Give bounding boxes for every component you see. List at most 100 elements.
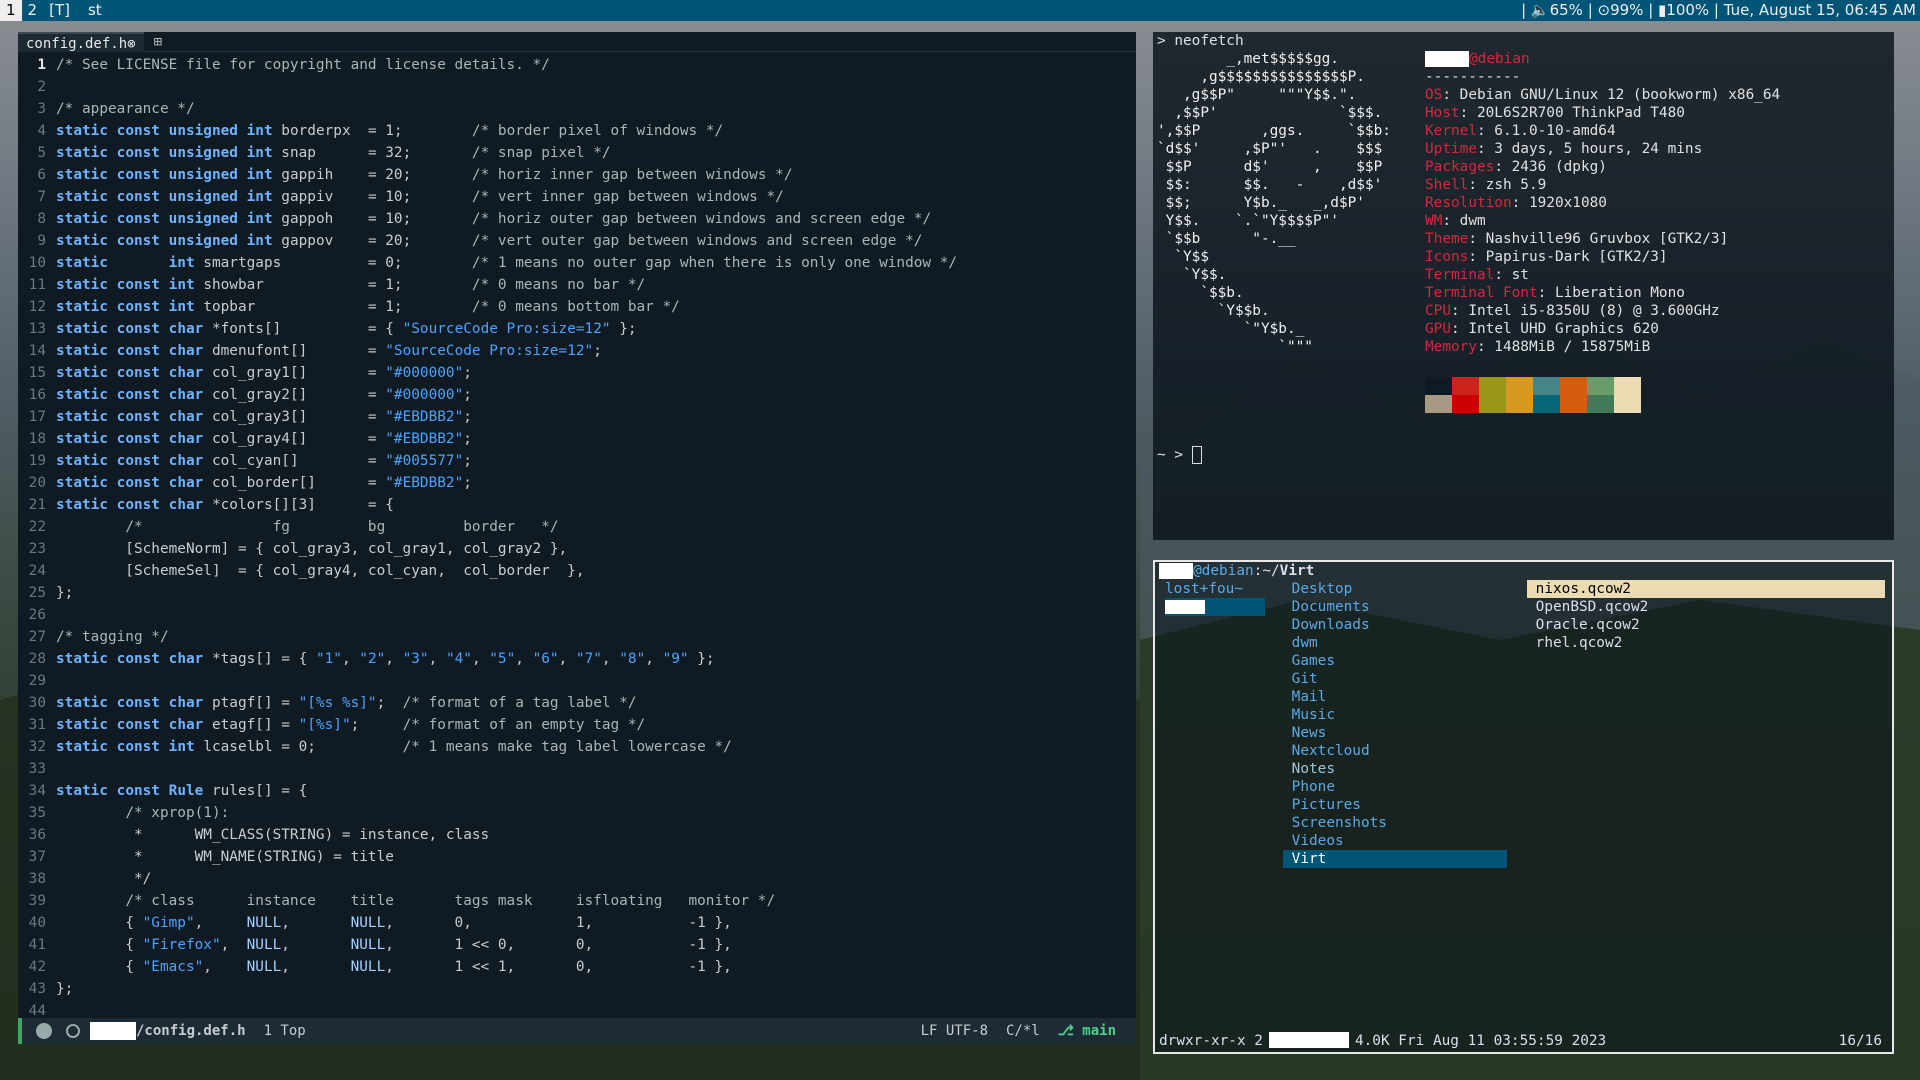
code-line[interactable]: 7 static const unsigned int gappiv = 10; … — [18, 186, 1136, 208]
directory-entry[interactable]: dwm — [1283, 634, 1507, 652]
code-line[interactable]: 43}; — [18, 978, 1136, 1000]
neofetch-terminal[interactable]: > neofetch _,met$$$$$gg. ,g$$$$$$$$$$$$$… — [1153, 32, 1894, 540]
tag-2[interactable]: 2 — [22, 0, 44, 21]
code-line[interactable]: 25}; — [18, 582, 1136, 604]
line-number: 41 — [28, 937, 46, 953]
code-line[interactable]: 32 static const int lcaselbl = 0; /* 1 me… — [18, 736, 1136, 758]
code-line[interactable]: 2 — [18, 76, 1136, 98]
line-number: 1 — [37, 57, 46, 73]
code-line[interactable]: 14 static const char dmenufont[] = "Sourc… — [18, 340, 1136, 362]
code-line[interactable]: 41 { "Firefox", NULL, NULL, 1 << 0, 0, -… — [18, 934, 1136, 956]
directory-column[interactable]: Desktop Documents Downloads dwm Games Gi… — [1283, 580, 1507, 868]
code-line[interactable]: 39 /* class instance title tags mask isf… — [18, 890, 1136, 912]
code-line[interactable]: 38 */ — [18, 868, 1136, 890]
code-line[interactable]: 27 /* tagging */ — [18, 626, 1136, 648]
code-line[interactable]: 34 static const Rule rules[] = { — [18, 780, 1136, 802]
text-cursor — [1191, 446, 1202, 464]
palette-swatch — [1506, 395, 1533, 413]
code-line[interactable]: 31 static const char etagf[] = "[%s]"; /*… — [18, 714, 1136, 736]
line-text — [56, 670, 1136, 692]
code-line[interactable]: 42 { "Emacs", NULL, NULL, 1 << 1, 0, -1 … — [18, 956, 1136, 978]
directory-entry[interactable]: Documents — [1283, 598, 1507, 616]
line-number: 36 — [28, 827, 46, 843]
code-line[interactable]: 3 /* appearance */ — [18, 98, 1136, 120]
parent-column[interactable]: lost+fou~ — [1165, 580, 1265, 616]
code-line[interactable]: 26 — [18, 604, 1136, 626]
directory-entry[interactable]: Git — [1283, 670, 1507, 688]
code-line[interactable]: 11 static const int showbar = 1; /* 0 mea… — [18, 274, 1136, 296]
directory-entry[interactable]: Pictures — [1283, 796, 1507, 814]
code-line[interactable]: 1 /* See LICENSE file for copyright and l… — [18, 54, 1136, 76]
code-line[interactable]: 21 static const char *colors[][3] = { — [18, 494, 1136, 516]
code-line[interactable]: 15 static const char col_gray1[] = "#0000… — [18, 362, 1136, 384]
layout-indicator[interactable]: [T] — [43, 0, 76, 21]
code-line[interactable]: 29 — [18, 670, 1136, 692]
code-line[interactable]: 23 [SchemeNorm] = { col_gray3, col_gray1… — [18, 538, 1136, 560]
directory-entry[interactable]: News — [1283, 724, 1507, 742]
code-line[interactable]: 6 static const unsigned int gappih = 20; … — [18, 164, 1136, 186]
line-number: 40 — [28, 915, 46, 931]
directory-entry[interactable]: Nextcloud — [1283, 742, 1507, 760]
file-entry[interactable]: rhel.qcow2 — [1527, 634, 1885, 652]
parent-entry[interactable] — [1165, 598, 1265, 616]
code-line[interactable]: 36 * WM_CLASS(STRING) = instance, class — [18, 824, 1136, 846]
prompt-symbol: ~ > — [1157, 447, 1192, 463]
line-number: 33 — [28, 761, 46, 777]
code-line[interactable]: 28 static const char *tags[] = { "1", "2"… — [18, 648, 1136, 670]
palette-swatch — [1452, 377, 1479, 395]
file-entry[interactable]: Oracle.qcow2 — [1527, 616, 1885, 634]
close-icon[interactable]: ⊗ — [127, 36, 135, 52]
code-line[interactable]: 20 static const char col_border[] = "#EBD… — [18, 472, 1136, 494]
code-line[interactable]: 4 static const unsigned int borderpx = 1;… — [18, 120, 1136, 142]
code-line[interactable]: 16 static const char col_gray2[] = "#0000… — [18, 384, 1136, 406]
file-manager-terminal[interactable]: @debian:~/Virt lost+fou~ Desktop Documen… — [1153, 560, 1894, 1054]
code-area[interactable]: 1 /* See LICENSE file for copyright and l… — [18, 52, 1136, 1022]
code-line[interactable]: 10 static int smartgaps = 0; /* 1 means n… — [18, 252, 1136, 274]
directory-entry[interactable]: Notes — [1283, 760, 1507, 778]
directory-entry[interactable]: Music — [1283, 706, 1507, 724]
code-line[interactable]: 37 * WM_NAME(STRING) = title — [18, 846, 1136, 868]
line-text: static const char col_gray2[] = "#000000… — [56, 387, 472, 403]
code-line[interactable]: 24 [SchemeSel] = { col_gray4, col_cyan, … — [18, 560, 1136, 582]
line-number: 15 — [28, 365, 46, 381]
directory-entry[interactable]: Games — [1283, 652, 1507, 670]
directory-entry[interactable]: Screenshots — [1283, 814, 1507, 832]
file-entry[interactable]: OpenBSD.qcow2 — [1527, 598, 1885, 616]
line-text: /* fg bg border */ — [125, 519, 559, 535]
directory-entry[interactable]: Mail — [1283, 688, 1507, 706]
new-tab-icon[interactable]: ⊞ — [154, 34, 162, 50]
code-line[interactable]: 17 static const char col_gray3[] = "#EBDB… — [18, 406, 1136, 428]
directory-entry[interactable]: Videos — [1283, 832, 1507, 850]
code-line[interactable]: 9 static const unsigned int gappov = 20; … — [18, 230, 1136, 252]
code-line[interactable]: 5 static const unsigned int snap = 32; /*… — [18, 142, 1136, 164]
shell-prompt[interactable]: ~ > — [1157, 446, 1202, 464]
line-number: 9 — [37, 233, 46, 249]
code-line[interactable]: 13 static const char *fonts[] = { "Source… — [18, 318, 1136, 340]
code-line[interactable]: 33 — [18, 758, 1136, 780]
tag-1[interactable]: 1 — [0, 0, 22, 21]
preview-column[interactable]: nixos.qcow2 OpenBSD.qcow2 Oracle.qcow2 r… — [1527, 580, 1885, 652]
parent-entry[interactable]: lost+fou~ — [1165, 580, 1265, 598]
code-line[interactable]: 35 /* xprop(1): — [18, 802, 1136, 824]
code-line[interactable]: 22 /* fg bg border */ — [18, 516, 1136, 538]
directory-entry[interactable]: Downloads — [1283, 616, 1507, 634]
tab-config-def-h[interactable]: config.def.h⊗ — [18, 31, 144, 52]
directory-entry[interactable]: Desktop — [1283, 580, 1507, 598]
code-line[interactable]: 40 { "Gimp", NULL, NULL, 0, 1, -1 }, — [18, 912, 1136, 934]
directory-entry[interactable]: Phone — [1283, 778, 1507, 796]
code-line[interactable]: 8 static const unsigned int gappoh = 10; … — [18, 208, 1136, 230]
info-user-host: @debian — [1425, 50, 1780, 68]
code-line[interactable]: 19 static const char col_cyan[] = "#00557… — [18, 450, 1136, 472]
line-text: [SchemeNorm] = { col_gray3, col_gray1, c… — [56, 541, 568, 557]
info-separator: ----------- — [1425, 69, 1521, 85]
code-line[interactable]: 12 static const int topbar = 1; /* 0 mean… — [18, 296, 1136, 318]
line-number: 6 — [37, 167, 46, 183]
file-entry[interactable]: nixos.qcow2 — [1527, 580, 1885, 598]
code-line[interactable]: 18 static const char col_gray4[] = "#EBDB… — [18, 428, 1136, 450]
code-line[interactable]: 30 static const char ptagf[] = "[%s %s]";… — [18, 692, 1136, 714]
editor-window[interactable]: config.def.h⊗ ⊞ 1 /* See LICENSE file for… — [18, 31, 1136, 1044]
line-text: /* xprop(1): — [125, 805, 230, 821]
status-permissions: drwxr-xr-x 2 — [1159, 1033, 1263, 1049]
line-number: 34 — [28, 783, 46, 799]
directory-entry[interactable]: Virt — [1283, 850, 1507, 868]
